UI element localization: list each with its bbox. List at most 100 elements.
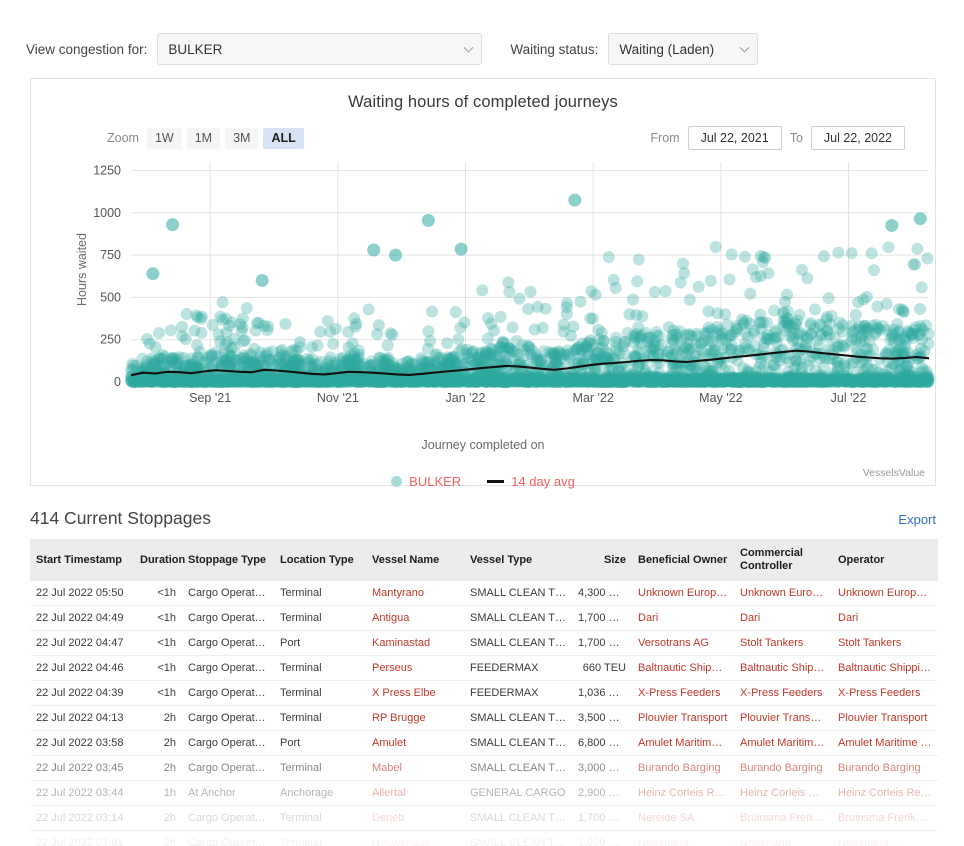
cell-duration: <1h (134, 581, 182, 606)
cell-commercial-controller[interactable]: Dari (734, 606, 832, 631)
col-commercial-controller[interactable]: Commercial Controller (734, 539, 832, 581)
cell-beneficial-owner[interactable]: Baltnautic Shipping (632, 656, 734, 681)
cell-operator[interactable]: Heinz Corleis Reed... (832, 781, 938, 806)
table-row[interactable]: 22 Jul 2022 04:132hCargo OperationsTermi… (30, 706, 938, 731)
cell-stoppage-type: Cargo Operations (182, 606, 274, 631)
cell-vessel-name[interactable]: Amulet (366, 731, 464, 756)
cell-commercial-controller[interactable]: Baltnautic Shipping (734, 656, 832, 681)
cell-commercial-controller[interactable]: X-Press Feeders (734, 681, 832, 706)
zoom-range-all[interactable]: ALL (263, 128, 303, 149)
svg-text:500: 500 (100, 290, 121, 304)
table-row[interactable]: 22 Jul 2022 03:582hCargo OperationsPortA… (30, 731, 938, 756)
cell-commercial-controller[interactable]: Heinz Corleis Reed... (734, 781, 832, 806)
zoom-range-1m[interactable]: 1M (187, 128, 220, 149)
table-row[interactable]: 22 Jul 2022 04:39<1hCargo OperationsTerm… (30, 681, 938, 706)
cell-commercial-controller[interactable]: Nederland (734, 831, 832, 846)
cell-beneficial-owner[interactable]: X-Press Feeders (632, 681, 734, 706)
col-operator[interactable]: Operator (832, 539, 938, 581)
cell-operator[interactable]: Burando Barging (832, 756, 938, 781)
table-row[interactable]: 22 Jul 2022 04:46<1hCargo OperationsTerm… (30, 656, 938, 681)
legend-label-bulker: BULKER (409, 474, 461, 489)
cell-commercial-controller[interactable]: Burando Barging (734, 756, 832, 781)
stoppages-title: 414 Current Stoppages (30, 508, 211, 529)
cell-vessel-name[interactable]: Houwenaak (366, 831, 464, 846)
scatter-plot-svg[interactable]: 025050075010001250Sep '21Nov '21Jan '22M… (31, 154, 935, 412)
cell-start-timestamp: 22 Jul 2022 03:45 (30, 756, 134, 781)
svg-text:750: 750 (100, 248, 121, 262)
stoppages-table-head: Start Timestamp Duration Stoppage Type L… (30, 539, 938, 581)
zoom-range-1w[interactable]: 1W (147, 128, 182, 149)
col-location-type[interactable]: Location Type (274, 539, 366, 581)
cell-location-type: Terminal (274, 806, 366, 831)
table-row[interactable]: 22 Jul 2022 03:012hCargo OperationsTermi… (30, 831, 938, 846)
cell-operator[interactable]: Stolt Tankers (832, 631, 938, 656)
cell-commercial-controller[interactable]: Unknown European (734, 581, 832, 606)
cell-beneficial-owner[interactable]: Plouvier Transport (632, 706, 734, 731)
cell-start-timestamp: 22 Jul 2022 04:46 (30, 656, 134, 681)
cell-operator[interactable]: X-Press Feeders (832, 681, 938, 706)
cell-start-timestamp: 22 Jul 2022 03:14 (30, 806, 134, 831)
cell-vessel-name[interactable]: Perseus (366, 656, 464, 681)
from-date-input[interactable]: Jul 22, 2021 (688, 126, 782, 150)
table-row[interactable]: 22 Jul 2022 03:142hCargo OperationsTermi… (30, 806, 938, 831)
col-stoppage-type[interactable]: Stoppage Type (182, 539, 274, 581)
cell-vessel-name[interactable]: Antigua (366, 606, 464, 631)
col-vessel-type[interactable]: Vessel Type (464, 539, 572, 581)
col-size[interactable]: Size (572, 539, 632, 581)
col-start-timestamp[interactable]: Start Timestamp (30, 539, 134, 581)
cell-beneficial-owner[interactable]: Heinz Corleis Reed... (632, 781, 734, 806)
waiting-status-select[interactable]: Waiting (Laden) (608, 33, 758, 65)
svg-text:Nov '21: Nov '21 (317, 391, 359, 405)
table-row[interactable]: 22 Jul 2022 04:49<1hCargo OperationsTerm… (30, 606, 938, 631)
cell-operator[interactable]: Bruinsma Freriks T... (832, 806, 938, 831)
cell-stoppage-type: Cargo Operations (182, 581, 274, 606)
cell-start-timestamp: 22 Jul 2022 05:50 (30, 581, 134, 606)
table-row[interactable]: 22 Jul 2022 03:441hAt AnchorAnchorageAll… (30, 781, 938, 806)
cell-duration: <1h (134, 681, 182, 706)
to-date-input[interactable]: Jul 22, 2022 (811, 126, 905, 150)
table-row[interactable]: 22 Jul 2022 05:50<1hCargo OperationsTerm… (30, 581, 938, 606)
table-row[interactable]: 22 Jul 2022 03:452hCargo OperationsTermi… (30, 756, 938, 781)
cell-operator[interactable]: Dari (832, 606, 938, 631)
cell-beneficial-owner[interactable]: Dari (632, 606, 734, 631)
cell-duration: 2h (134, 731, 182, 756)
cell-vessel-name[interactable]: Deneb (366, 806, 464, 831)
chevron-down-icon (464, 43, 474, 53)
table-row[interactable]: 22 Jul 2022 04:47<1hCargo OperationsPort… (30, 631, 938, 656)
cell-commercial-controller[interactable]: Bruinsma Freriks T... (734, 806, 832, 831)
cell-operator[interactable]: Unknown European (832, 581, 938, 606)
cell-beneficial-owner[interactable]: Burando Barging (632, 756, 734, 781)
cell-beneficial-owner[interactable]: Nederland (632, 831, 734, 846)
cell-vessel-name[interactable]: Kaminastad (366, 631, 464, 656)
col-duration[interactable]: Duration (134, 539, 182, 581)
cell-beneficial-owner[interactable]: Nereide SA (632, 806, 734, 831)
cell-operator[interactable]: Amulet Maritime S... (832, 731, 938, 756)
cell-vessel-name[interactable]: RP Brugge (366, 706, 464, 731)
cell-beneficial-owner[interactable]: Unknown European (632, 581, 734, 606)
cell-vessel-type: SMALL CLEAN TNK... (464, 806, 572, 831)
cell-commercial-controller[interactable]: Stolt Tankers (734, 631, 832, 656)
cell-vessel-name[interactable]: X Press Elbe (366, 681, 464, 706)
cell-size: 1,700 DWT (572, 606, 632, 631)
cell-vessel-name[interactable]: Allertal (366, 781, 464, 806)
vessel-type-select[interactable]: BULKER (157, 33, 482, 65)
col-beneficial-owner[interactable]: Beneficial Owner (632, 539, 734, 581)
cell-vessel-name[interactable]: Mantyrano (366, 581, 464, 606)
cell-size: 3,500 DWT (572, 706, 632, 731)
cell-beneficial-owner[interactable]: Versotrans AG (632, 631, 734, 656)
cell-duration: 2h (134, 756, 182, 781)
cell-size: 1,900 DWT (572, 831, 632, 846)
cell-commercial-controller[interactable]: Plouvier Transport (734, 706, 832, 731)
plot-area[interactable]: Hours waited 025050075010001250Sep '21No… (31, 154, 935, 412)
cell-size: 1,036 TEU (572, 681, 632, 706)
cell-beneficial-owner[interactable]: Amulet Maritime S... (632, 731, 734, 756)
cell-operator[interactable]: Plouvier Transport (832, 706, 938, 731)
cell-commercial-controller[interactable]: Amulet Maritime S... (734, 731, 832, 756)
col-vessel-name[interactable]: Vessel Name (366, 539, 464, 581)
cell-vessel-name[interactable]: Mabel (366, 756, 464, 781)
cell-operator[interactable]: Nederland (832, 831, 938, 846)
cell-operator[interactable]: Baltnautic Shipping (832, 656, 938, 681)
export-button[interactable]: Export (898, 512, 936, 527)
zoom-range-3m[interactable]: 3M (225, 128, 258, 149)
cell-start-timestamp: 22 Jul 2022 04:49 (30, 606, 134, 631)
